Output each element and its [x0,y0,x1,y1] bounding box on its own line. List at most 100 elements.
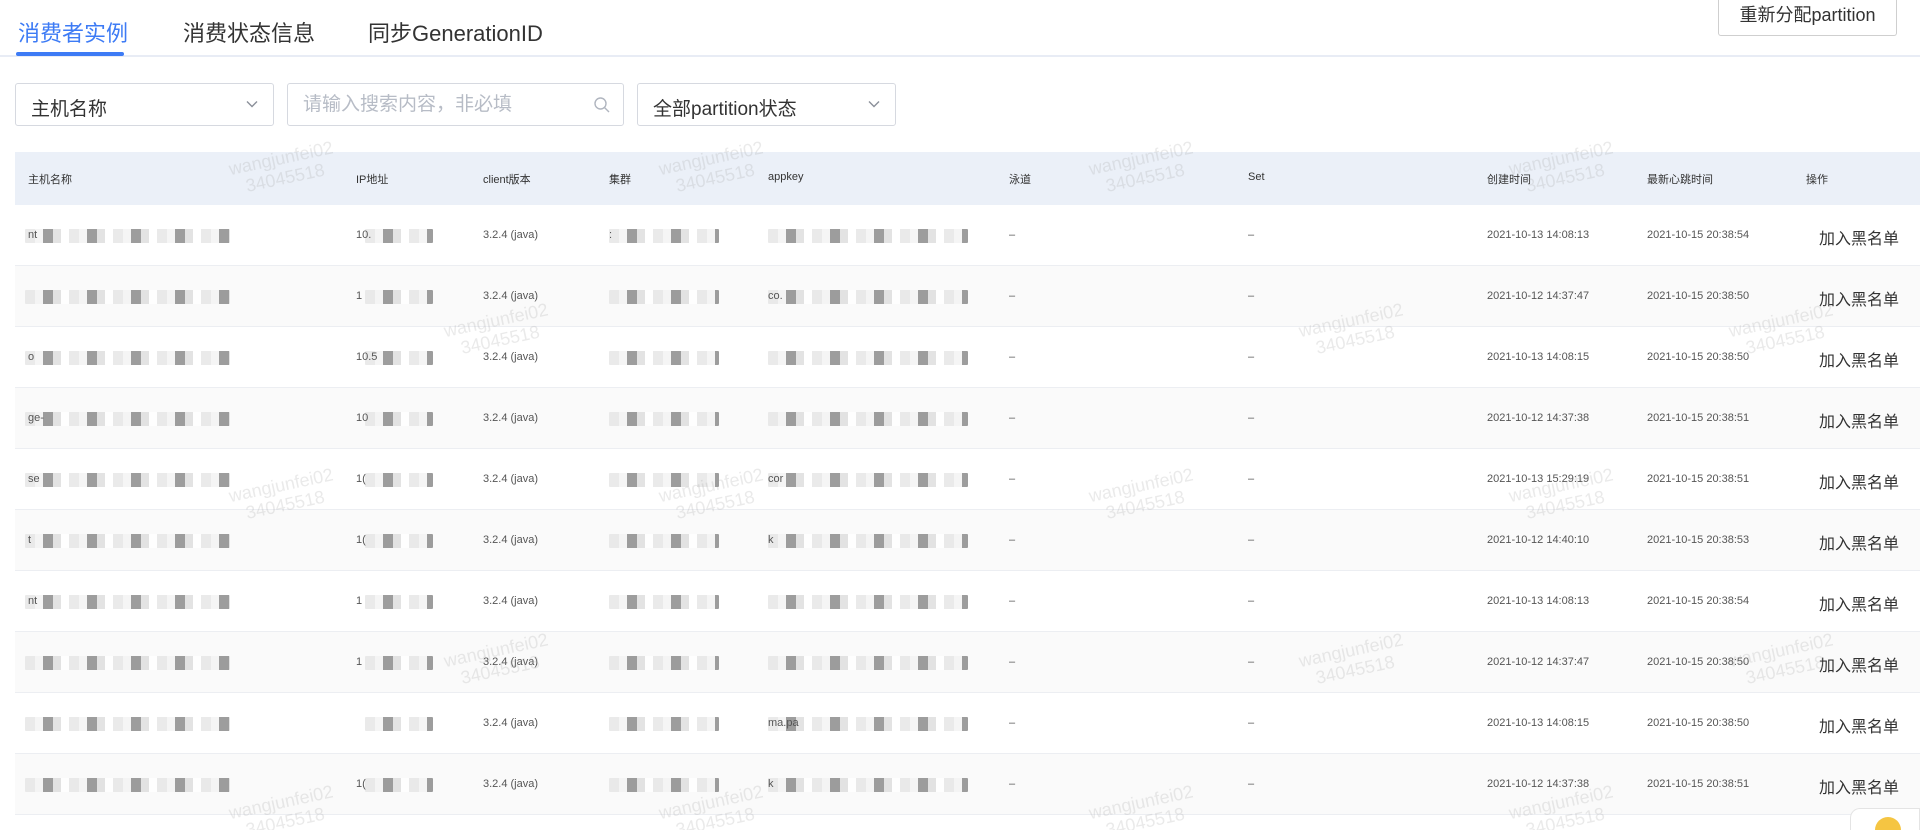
cell-lane: – [1009,656,1016,668]
col-header-heartbeat-time: 最新心跳时间 [1647,174,1713,186]
cell-lane: – [1009,595,1016,607]
cell-heartbeat-time: 2021-10-15 20:38:50 [1647,351,1750,363]
redacted-mask [609,290,719,304]
cell-ip: 1( [356,473,366,485]
cell-client-version: 3.2.4 (java) [483,473,539,485]
partition-status-select-value: 全部partition状态 [653,99,797,120]
cell-client-version: 3.2.4 (java) [483,229,539,241]
add-to-blacklist-button[interactable]: 加入黑名单 [1819,774,1899,798]
cell-lane: – [1009,412,1016,424]
add-to-blacklist-button[interactable]: 加入黑名单 [1819,713,1899,737]
tab-consume-status[interactable]: 消费状态信息 [183,16,315,48]
cell-set: – [1248,656,1255,668]
redacted-mask [609,656,719,670]
table-row: nt 10. 3.2.4 (java): – – 2021-10-13 14:08:13 2… [15,205,1920,266]
add-to-blacklist-button[interactable]: 加入黑名单 [1819,591,1899,615]
table-row: 1 3.2.4 (java) co. – – 2021-10-12 14:37:47 202… [15,266,1920,327]
redacted-mask [768,534,968,548]
redacted-mask [25,229,230,243]
col-header-lane: 泳道 [1009,174,1031,186]
redacted-mask [768,351,968,365]
cell-ip: 1 [356,595,363,607]
add-to-blacklist-button[interactable]: 加入黑名单 [1819,530,1899,554]
cell-host: se [28,473,40,485]
redacted-mask [609,717,719,731]
col-header-action: 操作 [1806,174,1828,186]
add-to-blacklist-button[interactable]: 加入黑名单 [1819,652,1899,676]
search-icon[interactable] [593,96,611,114]
redacted-mask [25,534,230,548]
cell-ip: 1( [356,778,366,790]
tab-sync-generation-id[interactable]: 同步GenerationID [368,16,543,48]
consumer-instance-table: 主机名称 IP地址 client版本 集群 appkey 泳道 Set 创建时间… [15,152,1920,815]
add-to-blacklist-button[interactable]: 加入黑名单 [1819,347,1899,371]
cell-ip: 1 [356,290,363,302]
redacted-mask [25,351,230,365]
redacted-mask [768,290,968,304]
cell-created-time: 2021-10-13 14:08:15 [1487,351,1590,363]
cell-set: – [1248,351,1255,363]
chevron-down-icon [868,101,880,108]
cell-lane: – [1009,473,1016,485]
host-name-select[interactable]: 主机名称 [15,83,274,126]
redacted-mask [365,595,433,609]
cell-created-time: 2021-10-12 14:37:47 [1487,656,1590,668]
redacted-mask [25,290,230,304]
add-to-blacklist-button[interactable]: 加入黑名单 [1819,286,1899,310]
cell-set: – [1248,595,1255,607]
cell-host: nt [28,595,38,607]
cell-created-time: 2021-10-13 14:08:15 [1487,717,1590,729]
redacted-mask [365,717,433,731]
search-input[interactable] [288,84,623,125]
table-row: 1 3.2.4 (java) – – 2021-10-12 14:37:47 2021-1… [15,632,1920,693]
cell-heartbeat-time: 2021-10-15 20:38:50 [1647,717,1750,729]
cell-lane: – [1009,229,1016,241]
chevron-down-icon [246,101,258,108]
cell-created-time: 2021-10-12 14:37:38 [1487,412,1590,424]
col-header-cluster: 集群 [609,174,631,186]
cell-set: – [1248,778,1255,790]
cell-ip: 1 [356,656,363,668]
cell-lane: – [1009,290,1016,302]
cell-created-time: 2021-10-13 14:08:13 [1487,595,1590,607]
add-to-blacklist-button[interactable]: 加入黑名单 [1819,225,1899,249]
cell-ip: 10.5 [356,351,378,363]
search-field[interactable] [287,83,624,126]
partition-status-select[interactable]: 全部partition状态 [637,83,896,126]
redacted-mask [609,534,719,548]
cell-set: – [1248,229,1255,241]
cell-ip: 10 [356,412,369,424]
redacted-mask [25,595,230,609]
cell-lane: – [1009,717,1016,729]
redacted-mask [609,229,719,243]
cell-appkey: co. [768,290,783,302]
cell-lane: – [1009,351,1016,363]
cell-heartbeat-time: 2021-10-15 20:38:54 [1647,595,1750,607]
redacted-mask [609,412,719,426]
add-to-blacklist-button[interactable]: 加入黑名单 [1819,408,1899,432]
cell-client-version: 3.2.4 (java) [483,534,539,546]
cell-heartbeat-time: 2021-10-15 20:38:51 [1647,412,1750,424]
redacted-mask [365,534,433,548]
tab-consumer-instances[interactable]: 消费者实例 [18,16,128,48]
cell-appkey: ma.pa [768,717,799,729]
col-header-ip: IP地址 [356,174,389,186]
redacted-mask [768,595,968,609]
redacted-mask [25,412,230,426]
add-to-blacklist-button[interactable]: 加入黑名单 [1819,469,1899,493]
assistant-badge[interactable] [1850,808,1920,830]
redacted-mask [609,351,719,365]
cell-lane: – [1009,778,1016,790]
cell-created-time: 2021-10-12 14:40:10 [1487,534,1590,546]
host-name-select-value: 主机名称 [31,99,108,120]
reassign-partition-button[interactable]: 重新分配partition [1718,0,1897,36]
redacted-mask [609,473,719,487]
table-row: 3.2.4 (java) ma.pa – – 2021-10-13 14:08:15 20… [15,693,1920,754]
redacted-mask [768,656,968,670]
table-body: nt 10. 3.2.4 (java): – – 2021-10-13 14:08:13 2… [15,205,1920,815]
cell-host: nt [28,229,38,241]
redacted-mask [365,229,433,243]
cell-host: o [28,351,35,363]
table-row: 1(3.2.4 (java) k – – 2021-10-12 14:37:38 2021… [15,754,1920,815]
col-header-set: Set [1248,171,1265,183]
